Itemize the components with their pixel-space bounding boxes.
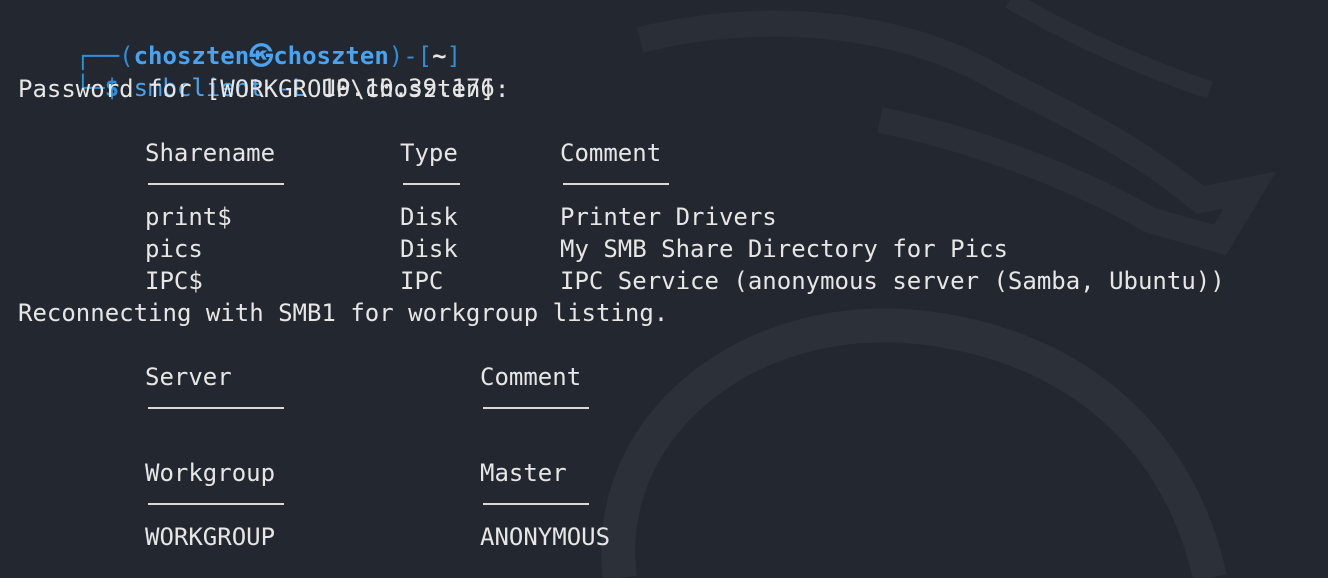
shares-header-underline (148, 183, 284, 185)
prompt-line-2: └─$ smbclient -L 10.10.39.176 (18, 40, 495, 102)
share-name: IPC$ (145, 267, 203, 295)
shares-header-type: Type (400, 139, 458, 167)
terminal-window[interactable]: ┌──(choszten㉿choszten)-[~] └─$ smbclient… (0, 0, 1328, 578)
share-type: Disk (400, 203, 458, 231)
prompt-line-1: ┌──(choszten㉿choszten)-[~] (18, 8, 461, 70)
server-header-underline (148, 407, 284, 409)
share-comment: IPC Service (anonymous server (Samba, Ub… (560, 267, 1225, 295)
server-header-comment: Comment (480, 363, 582, 391)
workgroup-header-master: Master (480, 459, 567, 487)
share-name: print$ (145, 203, 232, 231)
shares-header-underline (403, 183, 460, 185)
shares-header-comment: Comment (560, 139, 662, 167)
workgroup-header-workgroup: Workgroup (145, 459, 276, 487)
share-type: Disk (400, 235, 458, 263)
share-comment: My SMB Share Directory for Pics (560, 235, 1008, 263)
share-type: IPC (400, 267, 444, 295)
workgroup-master: ANONYMOUS (480, 523, 611, 551)
shares-header-underline (563, 183, 669, 185)
shares-header-sharename: Sharename (145, 139, 276, 167)
reconnect-message: Reconnecting with SMB1 for workgroup lis… (18, 299, 669, 327)
share-comment: Printer Drivers (560, 203, 777, 231)
workgroup-header-underline (483, 503, 589, 505)
workgroup-header-underline (148, 503, 284, 505)
workgroup-name: WORKGROUP (145, 523, 276, 551)
share-name: pics (145, 235, 203, 263)
server-header-server: Server (145, 363, 232, 391)
password-prompt: Password for [WORKGROUP\choszten]: (18, 75, 510, 103)
server-header-underline (483, 407, 589, 409)
